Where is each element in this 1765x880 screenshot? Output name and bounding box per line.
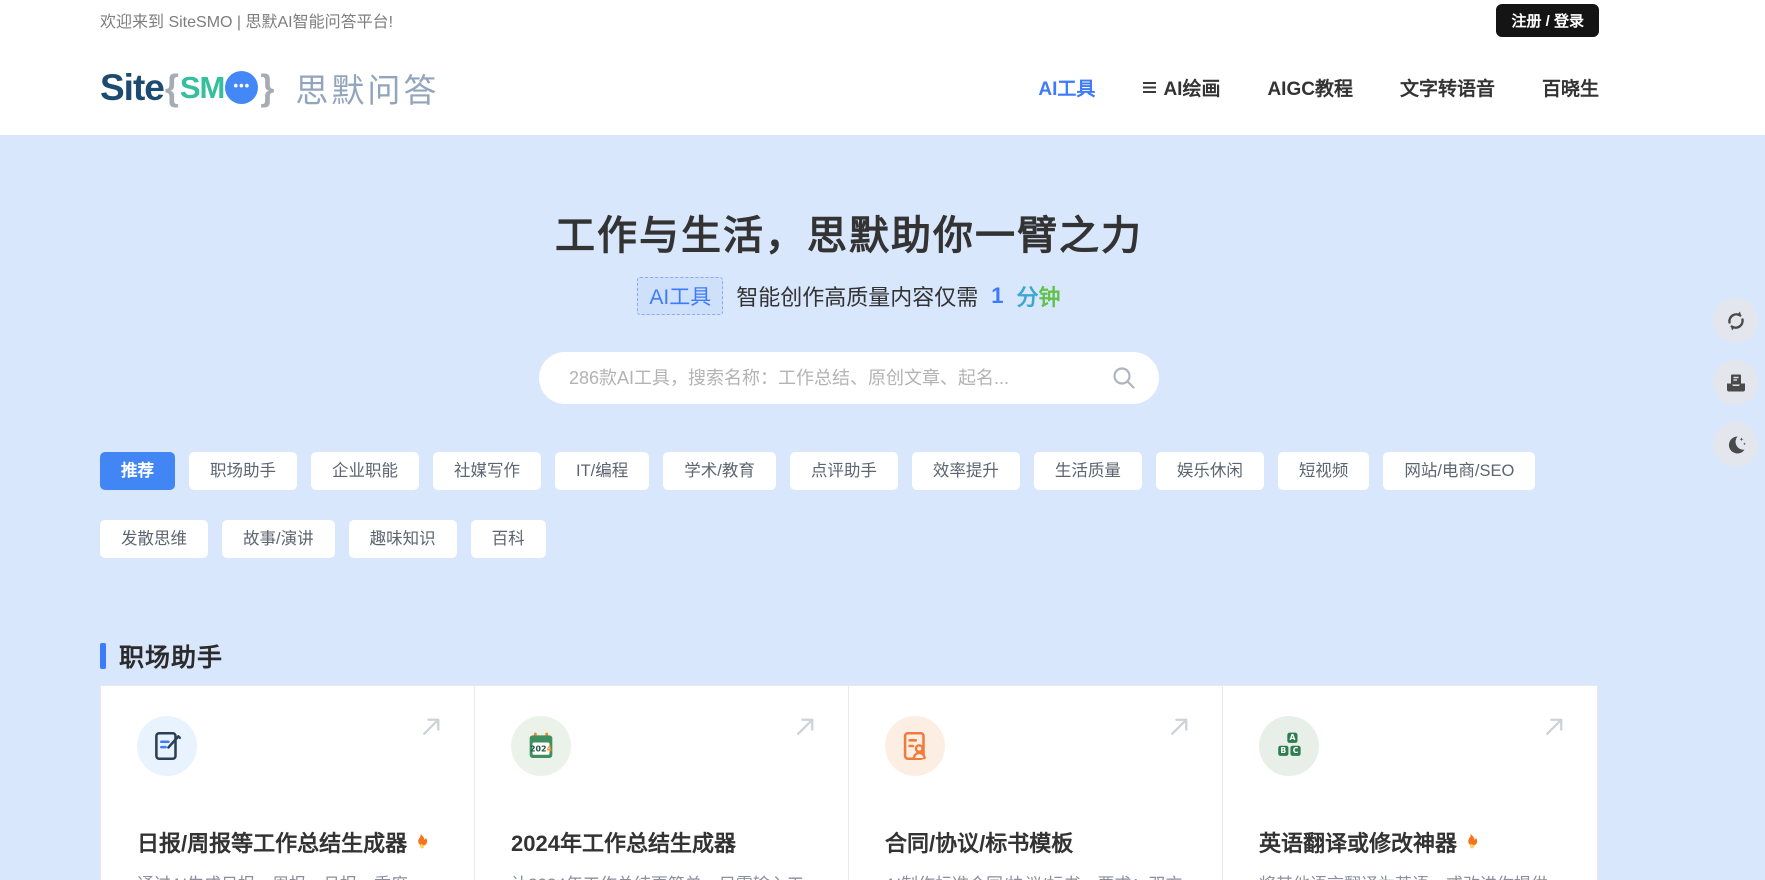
card-description: AI制作标准合同/协议/标书，要求：双方信息、合同内容、终止条款等	[885, 872, 1186, 880]
svg-text:B: B	[1280, 746, 1286, 755]
search-input[interactable]	[569, 368, 1111, 389]
flame-icon	[1460, 832, 1481, 853]
external-link-icon[interactable]	[419, 714, 444, 739]
filter-chip-encyclopedia[interactable]: 百科	[471, 520, 546, 558]
logo-brace-close: }	[260, 67, 274, 109]
site-logo[interactable]: Site { SM ••• } 思默问答	[100, 64, 439, 112]
nav-item-text-to-speech[interactable]: 文字转语音	[1400, 74, 1495, 101]
svg-text:2024: 2024	[530, 745, 553, 754]
section-title: 职场助手	[119, 638, 223, 674]
signup-login-button[interactable]: 注册 / 登录	[1496, 4, 1599, 37]
card-description: 将其他语言翻译为英语，或改进你提供的英语句子，提升工作效率	[1259, 872, 1561, 880]
filter-chip-workplace[interactable]: 职场助手	[189, 452, 297, 490]
external-link-icon[interactable]	[793, 714, 818, 739]
moon-stars-icon	[1724, 433, 1748, 457]
filter-chip-recommended[interactable]: 推荐	[100, 452, 175, 490]
ai-tools-badge: AI工具	[637, 277, 723, 315]
card-description: 让2024年工作总结更简单，只需输入工作内容和岗位，AI帮你生成工作总结	[511, 872, 812, 880]
welcome-text: 欢迎来到 SiteSMO | 思默AI智能问答平台!	[100, 8, 393, 32]
card-title: 日报/周报等工作总结生成器	[137, 826, 438, 858]
filter-chip-enterprise[interactable]: 企业职能	[311, 452, 419, 490]
subtitle-unit-fen: 分	[1017, 285, 1039, 310]
card-title: 英语翻译或修改神器	[1259, 826, 1561, 858]
filter-chip-academic[interactable]: 学术/教育	[663, 452, 776, 490]
nav-item-aigc-tutorial[interactable]: AIGC教程	[1267, 74, 1353, 101]
nav-item-ai-tools[interactable]: AI工具	[1038, 74, 1095, 101]
subtitle-text: 智能创作高质量内容仅需	[736, 280, 978, 312]
subtitle-unit-zhong: 钟	[1039, 285, 1061, 310]
nav-item-ai-painting[interactable]: AI绘画	[1142, 74, 1220, 101]
inbox-icon	[1724, 371, 1748, 395]
search-icon[interactable]	[1111, 365, 1137, 391]
section-accent-bar	[100, 643, 106, 669]
category-filters: 推荐 职场助手 企业职能 社媒写作 IT/编程 学术/教育 点评助手 效率提升 …	[100, 452, 1598, 558]
card-description: 通过AI生成日报、周报、月报、季度报，让工作报告更简单，大大提升效率	[137, 872, 438, 880]
logo-chinese-name: 思默问答	[295, 64, 439, 112]
menu-icon	[1142, 81, 1157, 94]
logo-sm-text: SM	[180, 70, 225, 106]
abc-blocks-icon: A B C	[1259, 716, 1319, 776]
tool-card-contract-template[interactable]: 合同/协议/标书模板 AI制作标准合同/协议/标书，要求：双方信息、合同内容、终…	[849, 686, 1223, 880]
tool-cards-grid: 日报/周报等工作总结生成器 通过AI生成日报、周报、月报、季度报，让工作报告更简…	[101, 686, 1597, 880]
topbar: 欢迎来到 SiteSMO | 思默AI智能问答平台! 注册 / 登录	[0, 0, 1765, 40]
inbox-button[interactable]	[1713, 360, 1758, 405]
tool-cards-block: 日报/周报等工作总结生成器 通过AI生成日报、周报、月报、季度报，让工作报告更简…	[100, 685, 1598, 880]
subtitle-number: 1	[991, 283, 1003, 309]
refresh-icon	[1724, 309, 1748, 333]
tool-card-2024-summary[interactable]: 2024 2024年工作总结生成器 让2024年工作总结更简单，只需输入工作内容…	[475, 686, 849, 880]
filter-chip-review[interactable]: 点评助手	[790, 452, 898, 490]
filter-chip-divergent-thinking[interactable]: 发散思维	[100, 520, 208, 558]
edit-document-icon	[137, 716, 197, 776]
refresh-button[interactable]	[1713, 298, 1758, 343]
calendar-2024-icon: 2024	[511, 716, 571, 776]
filter-chip-fun-facts[interactable]: 趣味知识	[349, 520, 457, 558]
filter-chip-it-coding[interactable]: IT/编程	[555, 452, 649, 490]
floating-sidebar	[1713, 298, 1758, 467]
filter-chip-life-quality[interactable]: 生活质量	[1034, 452, 1142, 490]
section-header: 职场助手	[100, 638, 1598, 674]
filter-chip-short-video[interactable]: 短视频	[1278, 452, 1370, 490]
flame-icon	[410, 832, 431, 853]
svg-text:A: A	[1289, 733, 1295, 742]
main-nav: AI工具 AI绘画 AIGC教程 文字转语音 百晓生	[1038, 74, 1599, 101]
filter-chip-entertainment[interactable]: 娱乐休闲	[1156, 452, 1264, 490]
chat-bubble-icon: •••	[225, 71, 258, 104]
external-link-icon[interactable]	[1167, 714, 1192, 739]
card-title: 合同/协议/标书模板	[885, 826, 1186, 858]
tool-card-daily-report[interactable]: 日报/周报等工作总结生成器 通过AI生成日报、周报、月报、季度报，让工作报告更简…	[101, 686, 475, 880]
search-bar	[539, 352, 1159, 404]
filter-chip-story-speech[interactable]: 故事/演讲	[222, 520, 335, 558]
nav-item-baixiaosheng[interactable]: 百晓生	[1542, 74, 1599, 101]
filter-chip-efficiency[interactable]: 效率提升	[912, 452, 1020, 490]
logo-site-text: Site	[100, 67, 164, 109]
filter-chip-social-writing[interactable]: 社媒写作	[433, 452, 541, 490]
hero-title: 工作与生活，思默助你一臂之力	[100, 203, 1598, 261]
logo-brace-open: {	[165, 67, 179, 109]
contract-person-icon	[885, 716, 945, 776]
filter-chip-website-seo[interactable]: 网站/电商/SEO	[1383, 452, 1535, 490]
external-link-icon[interactable]	[1542, 714, 1567, 739]
hero-subtitle: AI工具 智能创作高质量内容仅需 1 分钟	[100, 277, 1598, 315]
card-title: 2024年工作总结生成器	[511, 826, 812, 858]
tool-card-english-translate[interactable]: A B C 英语翻译或修改神器	[1223, 686, 1597, 880]
header: Site { SM ••• } 思默问答 AI工具 AI绘画 AIGC教程 文字…	[0, 40, 1765, 135]
dark-mode-button[interactable]	[1713, 422, 1758, 467]
svg-text:C: C	[1293, 746, 1299, 755]
